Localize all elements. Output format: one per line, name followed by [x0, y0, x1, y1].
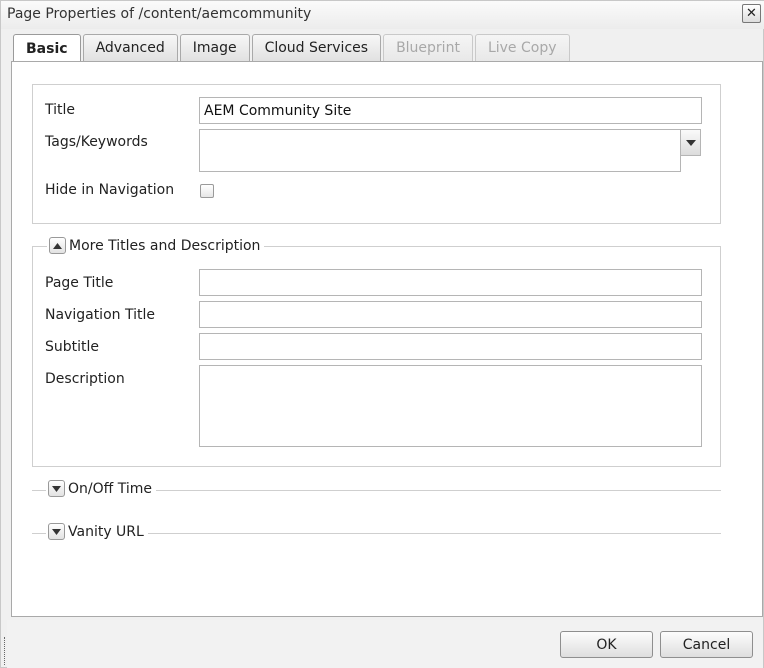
- tab-image[interactable]: Image: [179, 34, 250, 61]
- description-textarea[interactable]: [199, 365, 702, 447]
- chevron-up-icon: [53, 242, 62, 249]
- navigation-title-input[interactable]: [199, 301, 702, 328]
- title-label: Title: [45, 102, 76, 118]
- chevron-down-icon: [685, 139, 696, 146]
- vanity-url-legend-text: Vanity URL: [68, 523, 144, 540]
- on-off-time-fieldset: On/Off Time: [32, 480, 721, 500]
- cancel-button[interactable]: Cancel: [660, 631, 753, 658]
- ok-button[interactable]: OK: [560, 631, 653, 658]
- dialog-footer: OK Cancel: [7, 620, 763, 668]
- close-button[interactable]: ✕: [742, 4, 761, 23]
- vanity-url-expand-button[interactable]: [48, 523, 65, 540]
- page-title-input[interactable]: [199, 269, 702, 296]
- page-properties-dialog: Page Properties of /content/aemcommunity…: [0, 0, 764, 668]
- tab-advanced[interactable]: Advanced: [82, 34, 178, 61]
- tags-input[interactable]: [199, 129, 681, 172]
- title-input[interactable]: [199, 97, 702, 124]
- description-label: Description: [45, 371, 125, 387]
- on-off-time-legend: On/Off Time: [46, 480, 156, 497]
- chevron-down-icon: [52, 485, 61, 492]
- basic-fieldset: Title Tags/Keywords Hide in Navigation: [32, 84, 721, 224]
- tags-label: Tags/Keywords: [45, 134, 148, 150]
- tab-blueprint: Blueprint: [383, 34, 473, 61]
- subtitle-input[interactable]: [199, 333, 702, 360]
- tags-dropdown-trigger[interactable]: [681, 129, 701, 156]
- more-titles-legend: More Titles and Description: [47, 237, 265, 254]
- vanity-url-fieldset: Vanity URL: [32, 523, 721, 543]
- on-off-time-legend-text: On/Off Time: [68, 480, 152, 497]
- hide-in-navigation-checkbox[interactable]: [200, 184, 214, 198]
- tab-strip: Basic Advanced Image Cloud Services Blue…: [13, 34, 570, 62]
- close-icon: ✕: [746, 6, 757, 21]
- vanity-url-legend: Vanity URL: [46, 523, 148, 540]
- tab-basic[interactable]: Basic: [13, 34, 81, 62]
- tab-cloud-services[interactable]: Cloud Services: [251, 34, 382, 61]
- tab-live-copy: Live Copy: [474, 34, 570, 61]
- more-titles-fieldset: More Titles and Description Page Title N…: [32, 237, 721, 467]
- more-titles-collapse-button[interactable]: [49, 237, 66, 254]
- page-title-label: Page Title: [45, 275, 114, 291]
- dialog-titlebar[interactable]: Page Properties of /content/aemcommunity…: [1, 1, 764, 29]
- chevron-down-icon: [52, 528, 61, 535]
- dialog-title: Page Properties of /content/aemcommunity: [7, 6, 312, 22]
- on-off-time-expand-button[interactable]: [48, 480, 65, 497]
- tab-panel-basic: Title Tags/Keywords Hide in Navigation: [11, 61, 763, 617]
- more-titles-legend-text: More Titles and Description: [69, 237, 261, 254]
- subtitle-label: Subtitle: [45, 339, 100, 355]
- navigation-title-label: Navigation Title: [45, 307, 155, 323]
- hide-in-navigation-label: Hide in Navigation: [45, 182, 175, 198]
- resize-handle[interactable]: [4, 637, 5, 665]
